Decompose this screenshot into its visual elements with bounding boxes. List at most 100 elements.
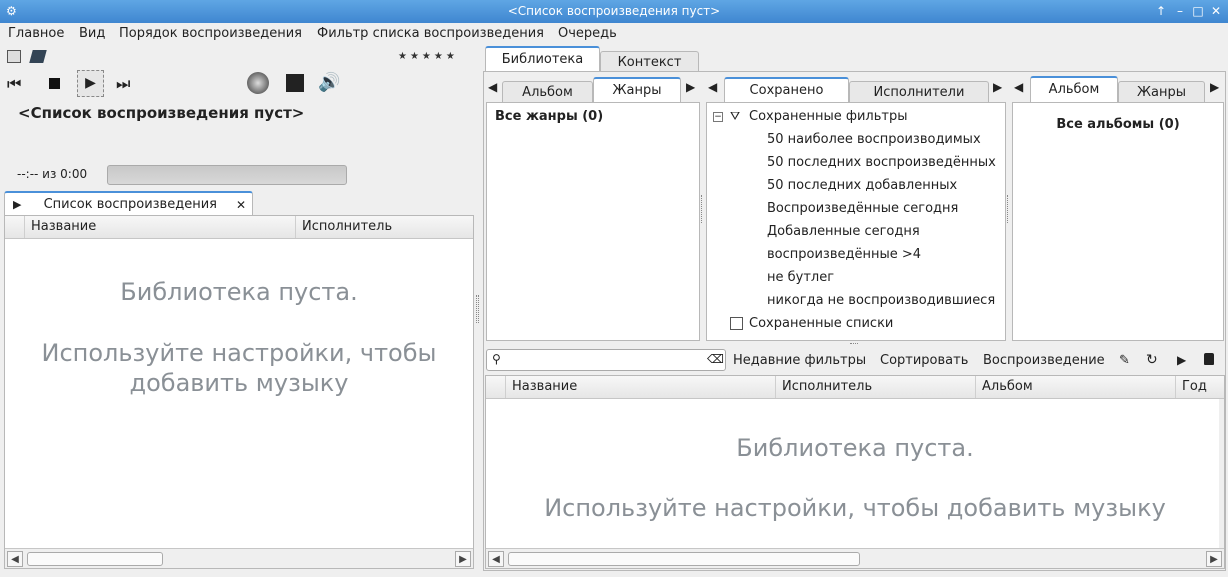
now-playing-title: <Список воспроизведения пуст> — [18, 104, 305, 122]
visualizer-icon[interactable] — [247, 72, 269, 94]
equalizer-icon[interactable] — [286, 74, 304, 92]
menu-play-order[interactable]: Порядок воспроизведения — [119, 26, 302, 41]
empty-library-message: Библиотека пуста. — [736, 434, 974, 462]
tab-playlist-label: Список воспроизведения — [43, 197, 217, 212]
menu-bar: Главное Вид Порядок воспроизведения Филь… — [0, 23, 1228, 44]
next-track-icon[interactable]: ⏭ — [116, 74, 130, 94]
column-year[interactable]: Год — [1176, 376, 1224, 398]
title-bar: ⚙ <Список воспроизведения пуст> ↑ – □ ✕ — [0, 0, 1228, 23]
saved-filter-item[interactable]: Воспроизведённые сегодня — [767, 201, 958, 216]
play-icon[interactable]: ▶ — [77, 70, 104, 97]
subtab-genres-left[interactable]: Жанры — [593, 77, 681, 103]
library-hscrollbar[interactable]: ◀ ▶ — [486, 548, 1224, 568]
genres-panel: Все жанры (0) — [486, 102, 700, 341]
column-album[interactable]: Альбом — [976, 376, 1176, 398]
scroll-left-icon[interactable]: ◀ — [7, 551, 23, 567]
search-icon: ⚲ — [492, 352, 501, 366]
lock-icon[interactable] — [1204, 353, 1214, 365]
window-title: <Список воспроизведения пуст> — [507, 4, 721, 18]
playlist-panel: Название Исполнитель Библиотека пуста. И… — [4, 215, 474, 569]
menu-view[interactable]: Вид — [79, 26, 105, 41]
empty-library-message: Библиотека пуста. — [120, 278, 358, 306]
search-box[interactable]: ⚲ ⌫ — [486, 349, 726, 371]
left-subtabs-next-icon[interactable]: ▶ — [686, 80, 695, 94]
middle-subtabs-prev-icon[interactable]: ◀ — [708, 80, 717, 94]
tab-playlist[interactable]: ▶ Список воспроизведения ✕ — [4, 191, 253, 215]
book-icon[interactable] — [29, 50, 47, 63]
column-artist[interactable]: Исполнитель — [776, 376, 976, 398]
left-subtabs-prev-icon[interactable]: ◀ — [488, 80, 497, 94]
menu-main[interactable]: Главное — [8, 26, 64, 41]
scroll-thumb[interactable] — [27, 552, 163, 566]
library-tracks-panel: Название Исполнитель Альбом Год Библиоте… — [485, 375, 1225, 569]
horizontal-splitter[interactable] — [850, 343, 858, 345]
subtab-album-left[interactable]: Альбом — [502, 81, 593, 103]
collapse-icon[interactable]: − — [713, 112, 723, 122]
middle-subtabs-next-icon[interactable]: ▶ — [993, 80, 1002, 94]
tab-library[interactable]: Библиотека — [485, 46, 600, 72]
previous-track-icon[interactable]: ⏮ — [7, 74, 21, 94]
refresh-icon[interactable]: ↻ — [1146, 352, 1158, 368]
saved-lists-title[interactable]: Сохраненные списки — [749, 316, 893, 331]
saved-filter-item[interactable]: 50 последних воспроизведённых — [767, 155, 996, 170]
playlist-hscrollbar[interactable]: ◀ ▶ — [5, 548, 473, 568]
minimize-icon[interactable]: – — [1172, 4, 1188, 19]
subtab-saved[interactable]: Сохранено — [724, 77, 849, 103]
menu-queue[interactable]: Очередь — [558, 26, 617, 41]
saved-filter-item[interactable]: воспроизведённые >4 — [767, 247, 921, 262]
pin-icon[interactable]: ↑ — [1153, 4, 1169, 19]
recent-filters-button[interactable]: Недавние фильтры — [733, 353, 866, 368]
albums-all[interactable]: Все альбомы (0) — [1013, 117, 1223, 132]
rating-stars[interactable]: ★★★★★ — [398, 51, 458, 62]
right-subtabs-prev-icon[interactable]: ◀ — [1014, 80, 1023, 94]
right-subtabs-next-icon[interactable]: ▶ — [1210, 80, 1219, 94]
stop-icon[interactable] — [49, 78, 60, 89]
vertical-splitter[interactable] — [476, 295, 479, 323]
search-input[interactable] — [509, 352, 699, 368]
scroll-left-icon[interactable]: ◀ — [488, 551, 504, 567]
column-checkbox[interactable] — [5, 216, 25, 238]
playback-button[interactable]: Воспроизведение — [983, 353, 1105, 368]
close-icon[interactable]: ✕ — [1208, 4, 1224, 19]
play-library-icon[interactable]: ▶ — [1177, 353, 1186, 367]
saved-filter-item[interactable]: 50 наиболее воспроизводимых — [767, 132, 981, 147]
sort-button[interactable]: Сортировать — [880, 353, 968, 368]
maximize-icon[interactable]: □ — [1190, 4, 1206, 19]
volume-icon[interactable]: 🔊 — [318, 72, 340, 93]
empty-library-hint: Используйте настройки, чтобы добавить му… — [41, 339, 437, 397]
column-checkbox[interactable] — [486, 376, 506, 398]
splitter-1[interactable] — [701, 195, 703, 223]
albums-panel: Все альбомы (0) — [1012, 102, 1224, 341]
scroll-right-icon[interactable]: ▶ — [455, 551, 471, 567]
list-icon — [730, 317, 743, 330]
subtab-album-right[interactable]: Альбом — [1030, 76, 1118, 102]
column-title[interactable]: Название — [25, 216, 296, 238]
progress-bar[interactable] — [107, 165, 347, 185]
funnel-icon: ⛛ — [730, 109, 741, 123]
scroll-thumb[interactable] — [508, 552, 860, 566]
column-artist[interactable]: Исполнитель — [296, 216, 473, 238]
saved-filter-item[interactable]: Добавленные сегодня — [767, 224, 920, 239]
saved-filter-item[interactable]: никогда не воспроизводившиеся — [767, 293, 995, 308]
clear-search-icon[interactable]: ⌫ — [707, 352, 724, 366]
tab-context[interactable]: Контекст — [600, 51, 699, 72]
playlist-header: Название Исполнитель — [5, 216, 473, 239]
splitter-2[interactable] — [1007, 195, 1009, 223]
empty-library-hint: Используйте настройки, чтобы добавить му… — [544, 494, 1166, 522]
scroll-right-icon[interactable]: ▶ — [1206, 551, 1222, 567]
close-tab-icon[interactable]: ✕ — [236, 193, 246, 217]
image-icon[interactable] — [7, 50, 21, 63]
saved-panel: − ⛛ Сохраненные фильтры 50 наиболее восп… — [706, 102, 1006, 341]
play-small-icon: ▶ — [13, 198, 22, 211]
library-header: Название Исполнитель Альбом Год — [486, 376, 1224, 399]
saved-filter-item[interactable]: 50 последних добавленных — [767, 178, 957, 193]
broom-icon[interactable]: ✎ — [1119, 353, 1130, 368]
saved-filters-title[interactable]: Сохраненные фильтры — [749, 109, 907, 124]
library-vscrollbar[interactable] — [1219, 399, 1224, 549]
menu-playlist-filter[interactable]: Фильтр списка воспроизведения — [317, 26, 544, 41]
subtab-genres-right[interactable]: Жанры — [1118, 81, 1205, 103]
genres-all[interactable]: Все жанры (0) — [495, 109, 603, 124]
saved-filter-item[interactable]: не бутлег — [767, 270, 834, 285]
column-title[interactable]: Название — [506, 376, 776, 398]
subtab-artists[interactable]: Исполнители — [849, 81, 989, 103]
